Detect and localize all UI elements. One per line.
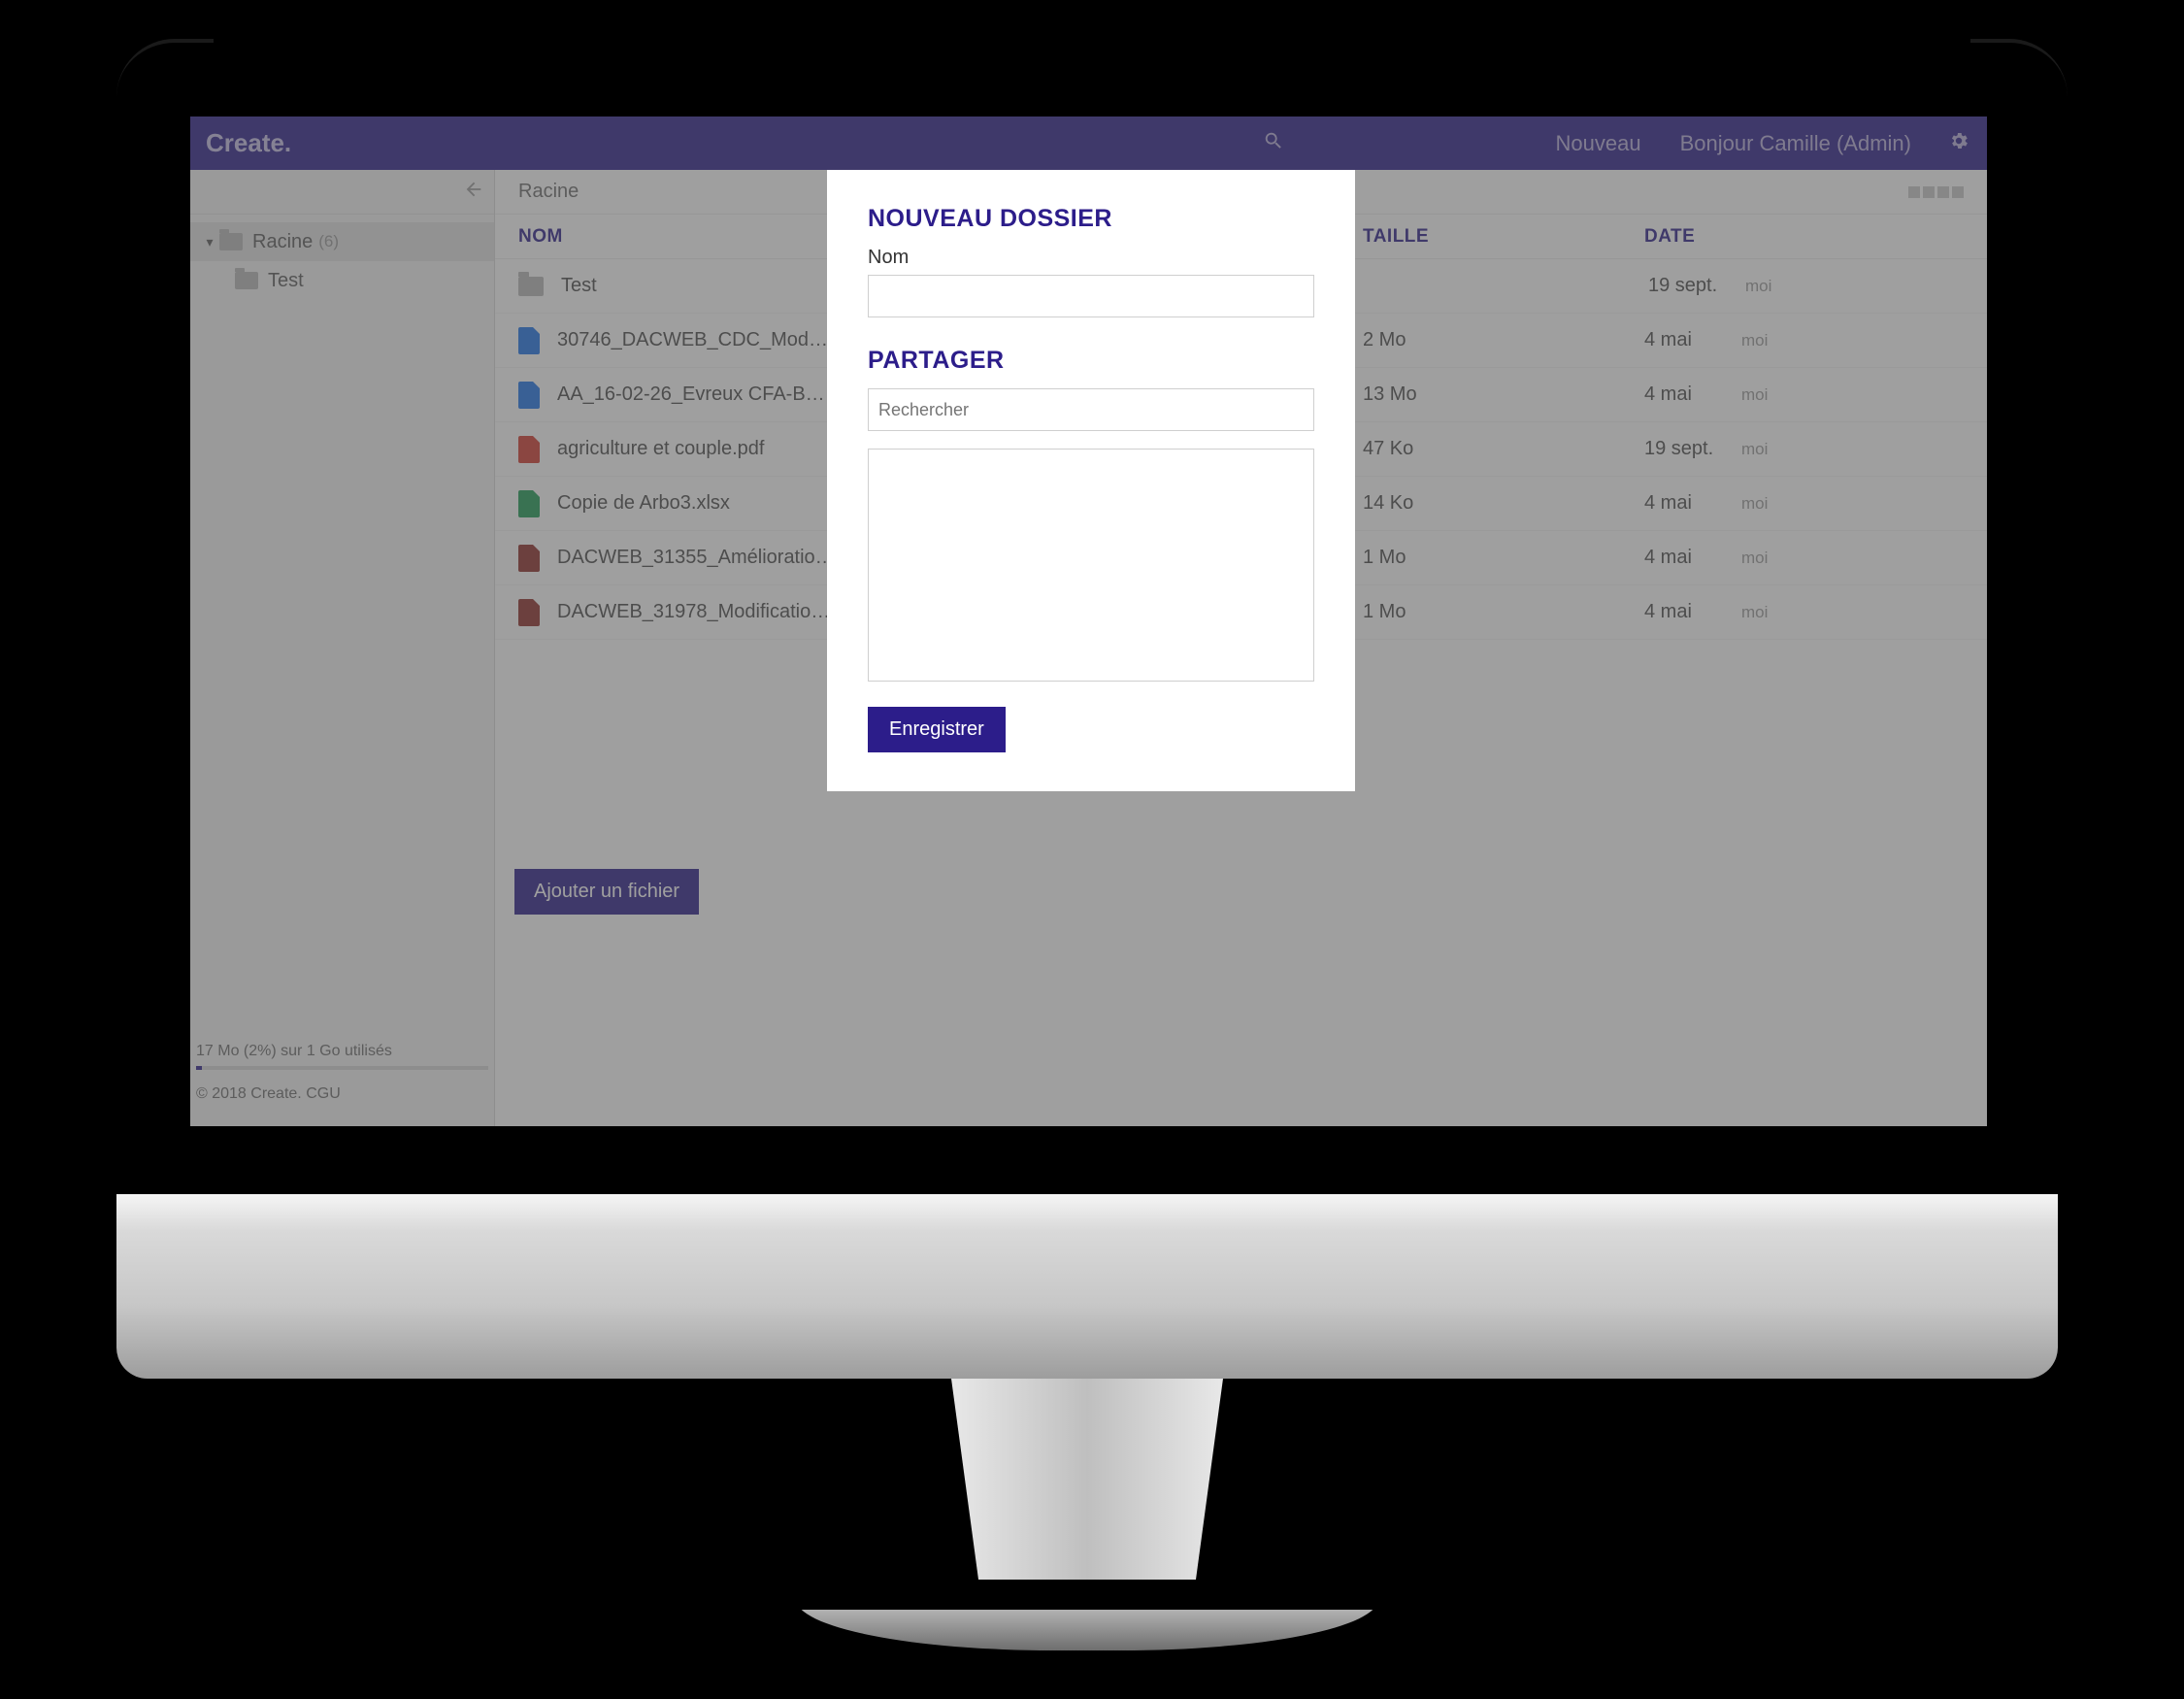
screen: Create. Nouveau Bonjour Camille (Admin) … (190, 117, 1987, 1126)
save-button[interactable]: Enregistrer (868, 707, 1006, 752)
name-label: Nom (868, 247, 1314, 269)
monitor-chin (116, 1194, 2058, 1379)
new-folder-modal: NOUVEAU DOSSIER Nom PARTAGER Enregistrer (827, 170, 1355, 791)
modal-title-share: PARTAGER (868, 347, 1314, 375)
bezel-left (116, 39, 214, 117)
share-list[interactable] (868, 449, 1314, 682)
modal-title-new-folder: NOUVEAU DOSSIER (868, 205, 1314, 233)
monitor-mockup: Create. Nouveau Bonjour Camille (Admin) … (0, 0, 2184, 1699)
bezel-right (1970, 39, 2068, 117)
monitor-base (796, 1592, 1378, 1650)
share-search-input[interactable] (868, 388, 1314, 431)
folder-name-input[interactable] (868, 275, 1314, 317)
monitor-stand (893, 1379, 1281, 1602)
